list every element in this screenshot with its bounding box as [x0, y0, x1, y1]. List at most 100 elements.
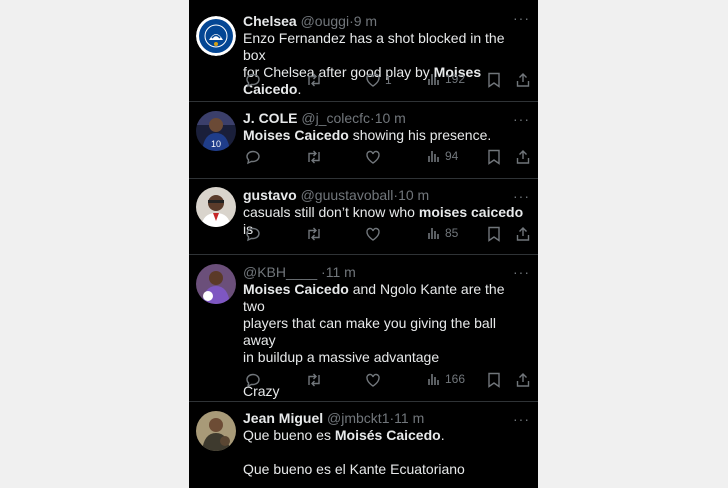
heart-icon — [366, 373, 380, 387]
retweet-icon — [308, 150, 320, 164]
share-icon — [516, 150, 530, 164]
bookmark-button[interactable] — [487, 72, 501, 88]
analytics-icon — [428, 228, 439, 239]
retweet-icon — [308, 227, 320, 241]
reply-button[interactable] — [245, 72, 261, 88]
display-name[interactable]: J. COLE — [243, 110, 297, 126]
timestamp[interactable]: 11 m — [326, 264, 356, 280]
display-name[interactable]: Jean Miguel — [243, 410, 323, 426]
share-icon — [516, 73, 530, 87]
bold-text: Moises Caicedo — [243, 281, 349, 297]
svg-text:10: 10 — [211, 139, 221, 149]
reply-icon — [246, 150, 260, 165]
tweet-line: Enzo Fernandez has a shot blocked in the… — [243, 30, 505, 63]
views-button[interactable]: 192 — [427, 72, 465, 86]
bookmark-icon — [488, 149, 500, 165]
heart-icon — [366, 150, 380, 164]
retweet-button[interactable] — [305, 372, 323, 388]
view-count: 85 — [445, 226, 459, 240]
tweet-line: in buildup a massive advantage — [243, 349, 440, 365]
timestamp[interactable]: 10 m — [375, 110, 406, 126]
bookmark-icon — [488, 372, 500, 388]
like-button[interactable] — [365, 226, 381, 242]
tweet-feed[interactable]: ··· Chelsea @ouggi·9 m Enzo Fernandez ha… — [189, 0, 538, 488]
display-name[interactable]: Chelsea — [243, 13, 297, 29]
text-segment: . — [440, 427, 445, 443]
avatar[interactable] — [196, 16, 236, 56]
reply-icon — [246, 227, 260, 242]
display-name[interactable]: gustavo — [243, 187, 297, 203]
avatar[interactable] — [196, 187, 236, 227]
share-button[interactable] — [515, 372, 531, 388]
analytics-icon — [428, 374, 439, 385]
like-button[interactable] — [365, 372, 381, 388]
bookmark-icon — [488, 72, 500, 88]
user-handle[interactable]: @jmbckt1 — [327, 410, 389, 426]
bookmark-button[interactable] — [487, 372, 501, 388]
view-count: 94 — [445, 149, 459, 163]
user-handle[interactable]: @guustavoball — [301, 187, 394, 203]
heart-icon — [366, 73, 380, 87]
share-button[interactable] — [515, 226, 531, 242]
tweet-line: players that can make you giving the bal… — [243, 315, 496, 348]
views-button[interactable]: 166 — [427, 372, 465, 386]
reply-button[interactable] — [245, 226, 261, 242]
tweet-actions: 166 — [243, 372, 530, 390]
timestamp[interactable]: 11 m — [394, 410, 424, 426]
retweet-button[interactable] — [305, 226, 323, 242]
tweet-line: Que bueno es el Kante Ecuatoriano — [243, 461, 465, 477]
text-segment: casuals still don’t know who — [243, 204, 419, 220]
text-segment: showing his presence. — [348, 127, 492, 143]
tweet-jcole[interactable]: 10 ··· J. COLE @j_colecfc·10 m Moises Ca… — [189, 101, 538, 179]
tweet-actions: 1 192 — [243, 72, 530, 90]
retweet-icon — [308, 73, 320, 87]
share-button[interactable] — [515, 149, 531, 165]
tweet-actions: 94 — [243, 149, 530, 167]
views-button[interactable]: 94 — [427, 149, 458, 163]
heart-icon — [366, 227, 380, 241]
like-button[interactable]: 1 — [365, 72, 392, 88]
user-handle[interactable]: @ouggi — [301, 13, 349, 29]
avatar[interactable] — [196, 264, 236, 304]
avatar[interactable] — [196, 411, 236, 451]
reply-icon — [246, 73, 260, 88]
share-icon — [516, 227, 530, 241]
view-count: 192 — [445, 72, 466, 86]
tweet-line: Moises Caicedo and Ngolo Kante are the t… — [243, 281, 530, 315]
bold-text: moises caicedo — [418, 204, 524, 220]
retweet-icon — [308, 373, 320, 387]
like-button[interactable] — [365, 149, 381, 165]
retweet-button[interactable] — [305, 72, 323, 88]
user-handle[interactable]: @KBH____ — [243, 264, 317, 280]
user-handle[interactable]: @j_colecfc — [301, 110, 370, 126]
bookmark-icon — [488, 226, 500, 242]
text-segment: Que bueno es — [243, 427, 335, 443]
reply-button[interactable] — [245, 149, 261, 165]
view-count: 166 — [445, 372, 466, 386]
tweet-text: Que bueno es Moisés Caicedo. Que bueno e… — [243, 427, 530, 478]
share-icon — [516, 373, 530, 387]
bookmark-button[interactable] — [487, 226, 501, 242]
reply-button[interactable] — [245, 372, 261, 388]
bold-text: Moises Caicedo — [243, 127, 349, 143]
tweet-actions: 85 — [243, 226, 530, 244]
analytics-icon — [428, 74, 439, 85]
tweet-line: Moises Caicedo showing his presence. — [243, 127, 530, 144]
tweet-text: Moises Caicedo showing his presence. — [243, 127, 530, 144]
bookmark-button[interactable] — [487, 149, 501, 165]
tweet-line: Que bueno es Moisés Caicedo. — [243, 427, 530, 444]
bold-text: Moisés Caicedo — [334, 427, 441, 443]
tweet-kbh[interactable]: ··· @KBH____ ·11 m Moises Caicedo and Ng… — [189, 254, 538, 402]
share-button[interactable] — [515, 72, 531, 88]
like-count: 1 — [385, 73, 392, 87]
timestamp[interactable]: 10 m — [398, 187, 429, 203]
tweet-chelsea[interactable]: ··· Chelsea @ouggi·9 m Enzo Fernandez ha… — [189, 0, 538, 102]
tweet-gustavo[interactable]: ··· gustavo @guustavoball·10 m casuals s… — [189, 178, 538, 255]
retweet-button[interactable] — [305, 149, 323, 165]
tweet-jean-miguel[interactable]: ··· Jean Miguel @jmbckt1·11 m Que bueno … — [189, 401, 538, 488]
timestamp[interactable]: 9 m — [354, 13, 377, 29]
reply-icon — [246, 373, 260, 388]
views-button[interactable]: 85 — [427, 226, 458, 240]
avatar[interactable]: 10 — [196, 111, 236, 151]
analytics-icon — [428, 151, 439, 162]
